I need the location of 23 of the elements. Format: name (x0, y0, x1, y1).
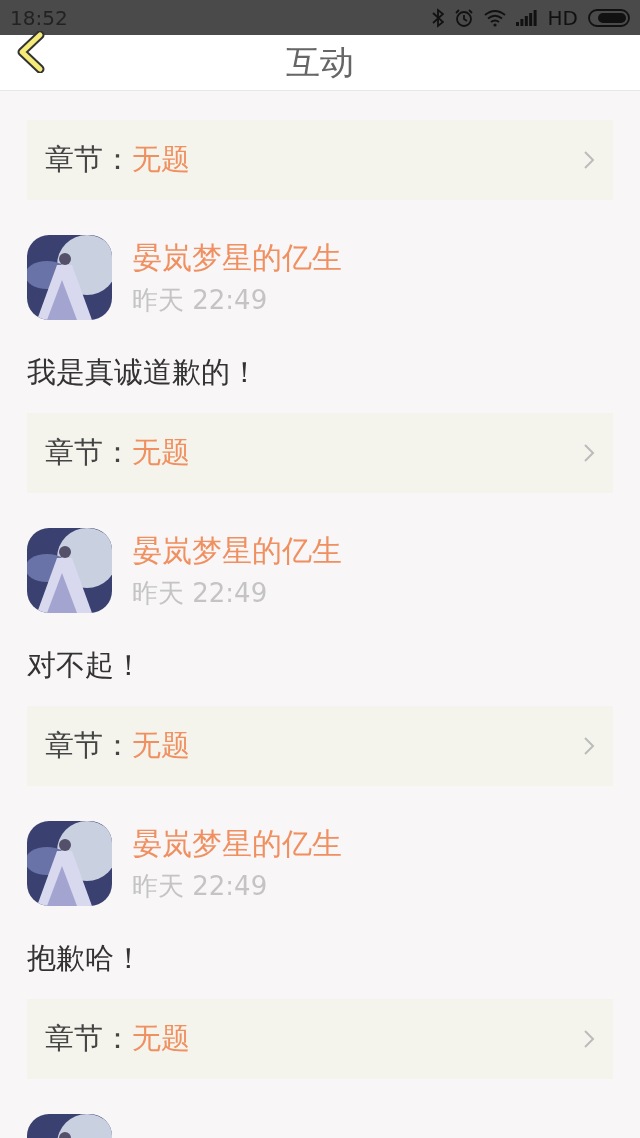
chapter-label: 章节：无题 (45, 727, 190, 764)
bluetooth-icon (431, 7, 444, 28)
wifi-icon (483, 8, 506, 27)
network-type: HD (547, 5, 578, 30)
chapter-link[interactable]: 章节：无题 (27, 706, 613, 786)
back-chevron-icon (16, 31, 46, 73)
chapter-label: 章节：无题 (45, 141, 190, 178)
chapter-label: 章节：无题 (45, 1020, 190, 1057)
chapter-link[interactable]: 章节：无题 (27, 999, 613, 1079)
battery-icon (588, 8, 630, 27)
page-title: 互动 (286, 40, 354, 84)
chapter-link[interactable]: 章节：无题 (27, 120, 613, 200)
chapter-label: 章节：无题 (45, 434, 190, 471)
comment-text: 对不起！ (27, 647, 144, 684)
chevron-right-icon (583, 443, 595, 463)
signal-icon (515, 9, 538, 26)
comment-text: 抱歉哈！ (27, 940, 144, 977)
comment-text: 我是真诚道歉的！ (27, 354, 260, 391)
chevron-right-icon (583, 1029, 595, 1049)
chapter-link[interactable]: 章节：无题 (27, 413, 613, 493)
chevron-right-icon (583, 150, 595, 170)
alarm-icon (453, 7, 474, 28)
chevron-right-icon (583, 736, 595, 756)
